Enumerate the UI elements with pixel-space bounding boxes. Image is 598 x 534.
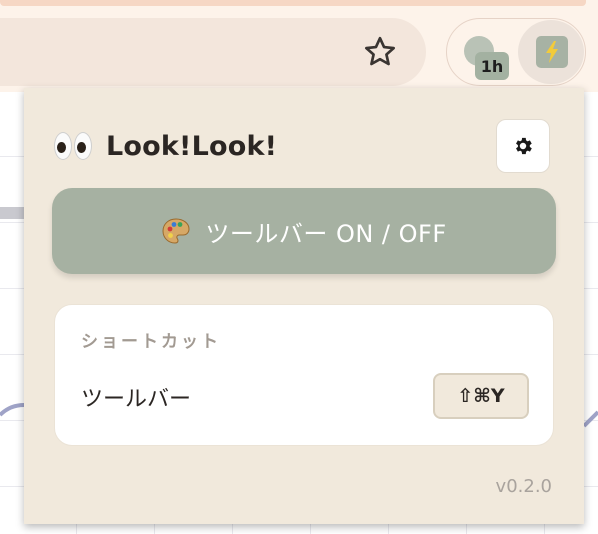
settings-button[interactable]	[496, 119, 550, 173]
lightning-icon[interactable]	[536, 36, 568, 68]
eyes-icon	[54, 132, 92, 160]
shortcut-heading: ショートカット	[81, 332, 221, 352]
extension-badge: 1h	[475, 52, 509, 80]
bookmark-star-icon[interactable]	[362, 34, 398, 70]
app-title: Look!Look!	[106, 130, 278, 162]
shortcut-label: ツールバー	[81, 387, 192, 412]
toolbar-toggle-label: ツールバー ON / OFF	[205, 219, 447, 248]
tab-strip	[0, 0, 586, 6]
gear-icon	[516, 137, 532, 155]
shortcut-key: ⇧⌘Y	[433, 373, 529, 419]
version-label: v0.2.0	[495, 476, 552, 497]
toolbar-toggle-button[interactable]: ツールバー ON / OFF	[52, 188, 556, 274]
palette-icon	[161, 217, 191, 245]
shortcut-card: ショートカット ツールバー ⇧⌘Y	[54, 304, 554, 446]
extension-popup: Look!Look! ツールバー ON / OFF ショートカット ツールバー …	[24, 88, 584, 524]
popup-header: Look!Look!	[54, 128, 277, 164]
